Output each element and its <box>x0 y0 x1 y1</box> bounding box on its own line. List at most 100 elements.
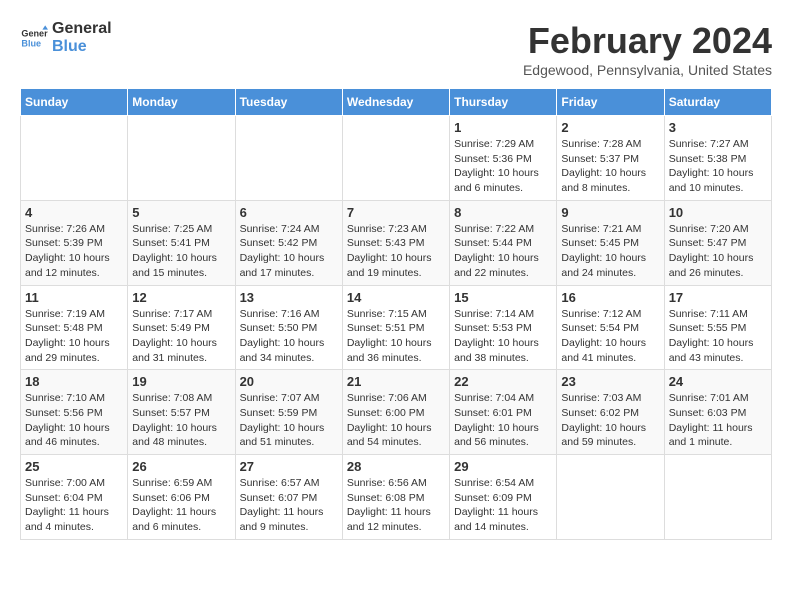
calendar-cell <box>664 455 771 540</box>
calendar-cell <box>557 455 664 540</box>
day-info: Sunrise: 6:59 AMSunset: 6:06 PMDaylight:… <box>132 476 230 535</box>
day-of-week-header: Saturday <box>664 89 771 116</box>
calendar-cell: 21 Sunrise: 7:06 AMSunset: 6:00 PMDayligh… <box>342 370 449 455</box>
calendar-week-row: 18Sunrise: 7:10 AMSunset: 5:56 PMDayligh… <box>21 370 772 455</box>
day-number: 23 <box>561 374 659 389</box>
day-number: 12 <box>132 290 230 305</box>
header: General Blue General Blue February 2024 … <box>20 20 772 78</box>
day-number: 8 <box>454 205 552 220</box>
day-of-week-header: Thursday <box>450 89 557 116</box>
day-of-week-header: Sunday <box>21 89 128 116</box>
day-number: 10 <box>669 205 767 220</box>
day-number: 27 <box>240 459 338 474</box>
logo: General Blue General Blue <box>20 20 112 55</box>
day-number: 20 <box>240 374 338 389</box>
day-number: 1 <box>454 120 552 135</box>
day-info: Sunrise: 7:23 AMSunset: 5:43 PMDaylight:… <box>347 222 445 281</box>
day-info: Sunrise: 7:15 AMSunset: 5:51 PMDaylight:… <box>347 307 445 366</box>
day-info: Sunrise: 7:24 AMSunset: 5:42 PMDaylight:… <box>240 222 338 281</box>
day-info: Sunrise: 7:19 AMSunset: 5:48 PMDaylight:… <box>25 307 123 366</box>
day-info: Sunrise: 6:54 AMSunset: 6:09 PMDaylight:… <box>454 476 552 535</box>
day-info: Sunrise: 7:28 AMSunset: 5:37 PMDaylight:… <box>561 137 659 196</box>
calendar: SundayMondayTuesdayWednesdayThursdayFrid… <box>20 88 772 540</box>
svg-text:Blue: Blue <box>21 38 41 48</box>
day-info: Sunrise: 6:57 AMSunset: 6:07 PMDaylight:… <box>240 476 338 535</box>
day-number: 22 <box>454 374 552 389</box>
day-number: 19 <box>132 374 230 389</box>
logo-icon: General Blue <box>20 24 48 52</box>
day-info: Sunrise: 6:56 AMSunset: 6:08 PMDaylight:… <box>347 476 445 535</box>
day-number: 28 <box>347 459 445 474</box>
day-info: Sunrise: 7:20 AMSunset: 5:47 PMDaylight:… <box>669 222 767 281</box>
svg-text:General: General <box>21 28 48 38</box>
day-number: 13 <box>240 290 338 305</box>
calendar-cell <box>128 116 235 201</box>
day-info: Sunrise: 7:25 AMSunset: 5:41 PMDaylight:… <box>132 222 230 281</box>
calendar-cell: 26 Sunrise: 6:59 AMSunset: 6:06 PMDayligh… <box>128 455 235 540</box>
calendar-cell: 27 Sunrise: 6:57 AMSunset: 6:07 PMDayligh… <box>235 455 342 540</box>
day-number: 25 <box>25 459 123 474</box>
month-title: February 2024 <box>523 20 772 62</box>
day-info: Sunrise: 7:08 AMSunset: 5:57 PMDaylight:… <box>132 391 230 450</box>
calendar-cell: 17Sunrise: 7:11 AMSunset: 5:55 PMDayligh… <box>664 285 771 370</box>
day-number: 6 <box>240 205 338 220</box>
day-number: 29 <box>454 459 552 474</box>
calendar-cell: 22Sunrise: 7:04 AMSunset: 6:01 PMDayligh… <box>450 370 557 455</box>
day-of-week-header: Wednesday <box>342 89 449 116</box>
logo-line1: General <box>52 20 112 38</box>
calendar-cell <box>21 116 128 201</box>
location: Edgewood, Pennsylvania, United States <box>523 62 772 78</box>
day-number: 11 <box>25 290 123 305</box>
calendar-cell: 11 Sunrise: 7:19 AMSunset: 5:48 PMDayligh… <box>21 285 128 370</box>
calendar-cell: 4 Sunrise: 7:26 AMSunset: 5:39 PMDaylight… <box>21 200 128 285</box>
day-info: Sunrise: 7:12 AMSunset: 5:54 PMDaylight:… <box>561 307 659 366</box>
day-info: Sunrise: 7:07 AMSunset: 5:59 PMDaylight:… <box>240 391 338 450</box>
day-number: 17 <box>669 290 767 305</box>
day-number: 3 <box>669 120 767 135</box>
day-number: 9 <box>561 205 659 220</box>
day-info: Sunrise: 7:06 AMSunset: 6:00 PMDaylight:… <box>347 391 445 450</box>
calendar-cell: 24Sunrise: 7:01 AMSunset: 6:03 PMDayligh… <box>664 370 771 455</box>
calendar-cell: 15Sunrise: 7:14 AMSunset: 5:53 PMDayligh… <box>450 285 557 370</box>
day-number: 7 <box>347 205 445 220</box>
calendar-cell: 19 Sunrise: 7:08 AMSunset: 5:57 PMDayligh… <box>128 370 235 455</box>
day-number: 26 <box>132 459 230 474</box>
calendar-header: SundayMondayTuesdayWednesdayThursdayFrid… <box>21 89 772 116</box>
calendar-cell <box>235 116 342 201</box>
calendar-week-row: 11 Sunrise: 7:19 AMSunset: 5:48 PMDayligh… <box>21 285 772 370</box>
calendar-cell: 29 Sunrise: 6:54 AMSunset: 6:09 PMDayligh… <box>450 455 557 540</box>
day-info: Sunrise: 7:26 AMSunset: 5:39 PMDaylight:… <box>25 222 123 281</box>
calendar-cell: 18Sunrise: 7:10 AMSunset: 5:56 PMDayligh… <box>21 370 128 455</box>
day-info: Sunrise: 7:01 AMSunset: 6:03 PMDaylight:… <box>669 391 767 450</box>
day-number: 16 <box>561 290 659 305</box>
day-number: 4 <box>25 205 123 220</box>
calendar-body: 1 Sunrise: 7:29 AMSunset: 5:36 PMDaylight… <box>21 116 772 540</box>
calendar-week-row: 4 Sunrise: 7:26 AMSunset: 5:39 PMDaylight… <box>21 200 772 285</box>
day-info: Sunrise: 7:00 AMSunset: 6:04 PMDaylight:… <box>25 476 123 535</box>
day-number: 2 <box>561 120 659 135</box>
calendar-cell: 13 Sunrise: 7:16 AMSunset: 5:50 PMDayligh… <box>235 285 342 370</box>
calendar-week-row: 1 Sunrise: 7:29 AMSunset: 5:36 PMDaylight… <box>21 116 772 201</box>
day-info: Sunrise: 7:03 AMSunset: 6:02 PMDaylight:… <box>561 391 659 450</box>
calendar-cell: 1 Sunrise: 7:29 AMSunset: 5:36 PMDaylight… <box>450 116 557 201</box>
day-number: 21 <box>347 374 445 389</box>
title-area: February 2024 Edgewood, Pennsylvania, Un… <box>523 20 772 78</box>
calendar-cell: 16 Sunrise: 7:12 AMSunset: 5:54 PMDayligh… <box>557 285 664 370</box>
calendar-cell: 14Sunrise: 7:15 AMSunset: 5:51 PMDayligh… <box>342 285 449 370</box>
calendar-cell: 3 Sunrise: 7:27 AMSunset: 5:38 PMDaylight… <box>664 116 771 201</box>
day-info: Sunrise: 7:10 AMSunset: 5:56 PMDaylight:… <box>25 391 123 450</box>
calendar-cell: 28 Sunrise: 6:56 AMSunset: 6:08 PMDayligh… <box>342 455 449 540</box>
calendar-week-row: 25 Sunrise: 7:00 AMSunset: 6:04 PMDayligh… <box>21 455 772 540</box>
day-info: Sunrise: 7:16 AMSunset: 5:50 PMDaylight:… <box>240 307 338 366</box>
day-info: Sunrise: 7:21 AMSunset: 5:45 PMDaylight:… <box>561 222 659 281</box>
day-of-week-header: Tuesday <box>235 89 342 116</box>
calendar-cell: 9 Sunrise: 7:21 AMSunset: 5:45 PMDaylight… <box>557 200 664 285</box>
day-info: Sunrise: 7:22 AMSunset: 5:44 PMDaylight:… <box>454 222 552 281</box>
logo-line2: Blue <box>52 38 112 56</box>
calendar-cell: 20 Sunrise: 7:07 AMSunset: 5:59 PMDayligh… <box>235 370 342 455</box>
day-of-week-header: Monday <box>128 89 235 116</box>
calendar-cell: 23 Sunrise: 7:03 AMSunset: 6:02 PMDayligh… <box>557 370 664 455</box>
day-info: Sunrise: 7:29 AMSunset: 5:36 PMDaylight:… <box>454 137 552 196</box>
day-info: Sunrise: 7:27 AMSunset: 5:38 PMDaylight:… <box>669 137 767 196</box>
day-info: Sunrise: 7:17 AMSunset: 5:49 PMDaylight:… <box>132 307 230 366</box>
